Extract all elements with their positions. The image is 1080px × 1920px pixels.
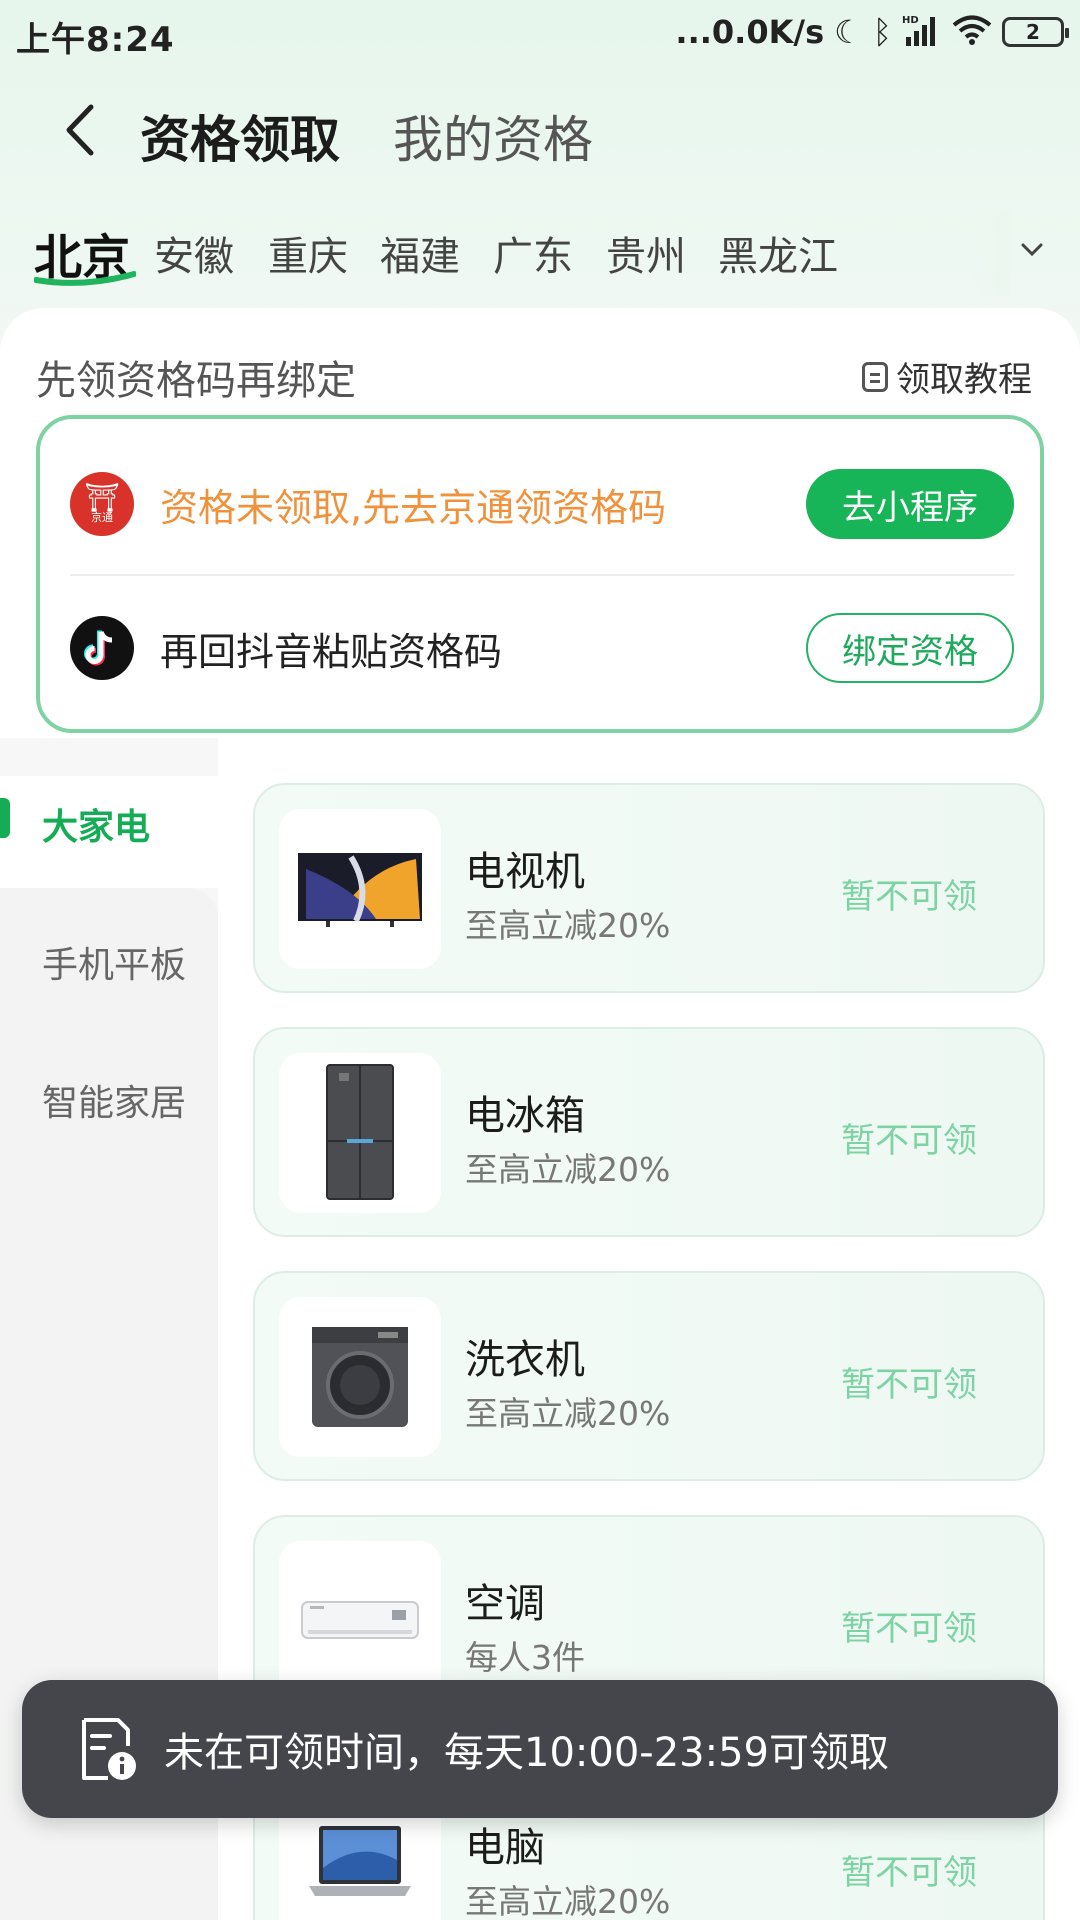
status-time: 上午8:24 — [16, 20, 175, 60]
product-name: 电冰箱 — [465, 1093, 585, 1139]
tab-my-qualification[interactable]: 我的资格 — [393, 100, 593, 172]
douyin-logo — [70, 616, 134, 680]
product-card-washer[interactable]: 洗衣机 至高立减20% 暂不可领 — [253, 1271, 1045, 1481]
tiktok-note-icon — [84, 630, 113, 666]
go-miniprogram-button[interactable]: 去小程序 — [806, 469, 1014, 539]
moon-icon: ☾ — [834, 13, 863, 51]
product-status: 暂不可领 — [841, 1609, 977, 1649]
product-card-tv[interactable]: 电视机 至高立减20% 暂不可领 — [253, 783, 1045, 993]
expand-provinces-button[interactable] — [1012, 230, 1052, 270]
product-subtitle: 每人3件 — [465, 1638, 585, 1677]
status-bar: 上午8:24 ...0.0K/s ☾ ᛒ HD 2 — [0, 0, 1080, 66]
qualification-steps-card: ⛩ 京通 资格未领取,先去京通领资格码 去小程序 再回抖音粘贴资格码 绑定资格 — [36, 415, 1044, 733]
active-category-indicator — [0, 798, 10, 838]
product-status: 暂不可领 — [841, 877, 977, 917]
back-button[interactable] — [50, 98, 110, 162]
province-tab-guangdong[interactable]: 广东 — [493, 224, 573, 282]
app-header: 资格领取 我的资格 — [0, 80, 1080, 180]
product-status: 暂不可领 — [841, 1853, 977, 1893]
hd-signal-icon: HD — [902, 13, 942, 51]
province-tabs: 北京 安徽 重庆 福建 广东 贵州 黑龙江 — [0, 210, 1080, 296]
tabs-fade — [970, 210, 1010, 296]
product-subtitle: 至高立减20% — [465, 1882, 671, 1920]
battery-icon: 2 — [1002, 17, 1069, 47]
washer-image — [279, 1297, 441, 1457]
tab-qualification-claim[interactable]: 资格领取 — [140, 100, 340, 172]
bluetooth-icon: ᛒ — [872, 13, 892, 51]
chevron-left-icon — [66, 104, 94, 156]
toast-text: 未在可领时间，每天10:00-23:59可领取 — [164, 1730, 889, 1776]
product-name: 洗衣机 — [465, 1337, 585, 1383]
active-tab-underline — [34, 271, 136, 286]
step-douyin-row: 再回抖音粘贴资格码 绑定资格 — [70, 593, 1014, 703]
bind-qualification-button[interactable]: 绑定资格 — [806, 613, 1014, 683]
category-phones-tablets[interactable]: 手机平板 — [42, 936, 186, 988]
divider — [70, 574, 1014, 576]
product-status: 暂不可领 — [841, 1121, 977, 1161]
tower-icon: ⛩ — [84, 481, 120, 514]
product-subtitle: 至高立减20% — [465, 1150, 671, 1189]
product-name: 空调 — [465, 1581, 545, 1627]
province-tab-guizhou[interactable]: 贵州 — [606, 224, 686, 282]
product-card-fridge[interactable]: 电冰箱 至高立减20% 暂不可领 — [253, 1027, 1045, 1237]
step2-text: 再回抖音粘贴资格码 — [160, 629, 503, 674]
category-smart-home[interactable]: 智能家居 — [42, 1074, 186, 1126]
status-icons: ...0.0K/s ☾ ᛒ HD 2 — [675, 12, 1069, 52]
category-major-appliances[interactable]: 大家电 — [42, 798, 150, 850]
svg-text:HD: HD — [902, 15, 919, 26]
aircon-image — [279, 1541, 441, 1701]
province-tab-heilongjiang[interactable]: 黑龙江 — [718, 224, 838, 282]
product-subtitle: 至高立减20% — [465, 906, 671, 945]
fridge-image — [279, 1053, 441, 1213]
product-status: 暂不可领 — [841, 1365, 977, 1405]
wifi-icon — [952, 14, 992, 50]
toast-message: 未在可领时间，每天10:00-23:59可领取 — [22, 1680, 1058, 1818]
product-name: 电视机 — [465, 849, 585, 895]
step-jingtong-row: ⛩ 京通 资格未领取,先去京通领资格码 去小程序 — [70, 449, 1014, 559]
document-icon — [862, 361, 888, 392]
tutorial-label: 领取教程 — [896, 360, 1032, 400]
document-info-icon — [82, 1718, 136, 1780]
jingtong-logo-caption: 京通 — [91, 511, 113, 524]
network-speed: ...0.0K/s — [675, 13, 825, 51]
section-title: 先领资格码再绑定 — [36, 358, 356, 404]
chevron-down-icon — [1021, 243, 1043, 257]
province-tab-anhui[interactable]: 安徽 — [154, 224, 234, 282]
product-name: 电脑 — [465, 1825, 545, 1871]
product-subtitle: 至高立减20% — [465, 1394, 671, 1433]
province-tab-chongqing[interactable]: 重庆 — [268, 224, 348, 282]
tv-image — [279, 809, 441, 969]
step1-text: 资格未领取,先去京通领资格码 — [160, 485, 667, 530]
tutorial-link[interactable]: 领取教程 — [862, 352, 1032, 401]
province-tab-fujian[interactable]: 福建 — [380, 224, 460, 282]
jingtong-logo: ⛩ 京通 — [70, 472, 134, 536]
